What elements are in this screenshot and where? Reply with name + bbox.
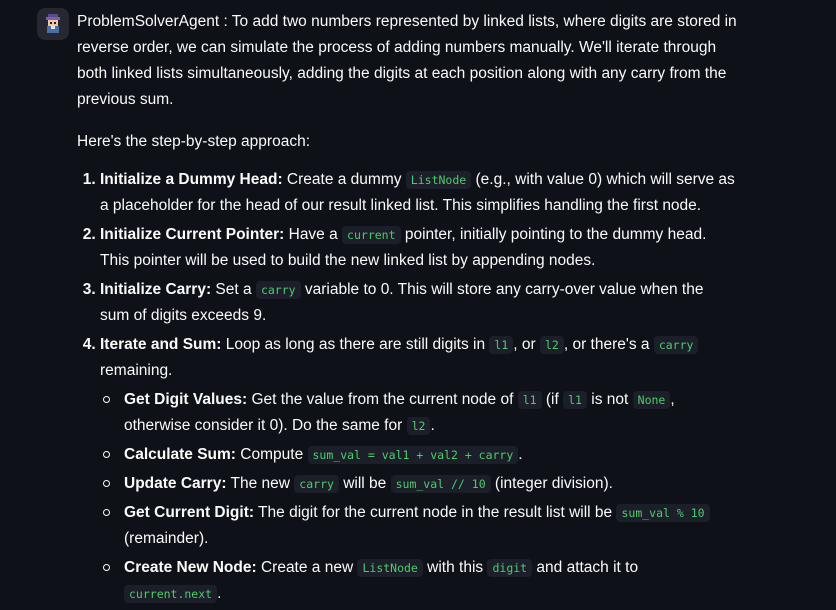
substep-text: The digit for the current node in the re… [254,504,617,521]
substep-item: Calculate Sum: Compute sum_val = val1 + … [103,442,737,468]
substep-text: . [518,446,523,463]
substep-item: Create New Node: Create a new ListNode w… [103,555,737,607]
step-text: Set a [211,281,256,298]
message-content: ProblemSolverAgent : To add two numbers … [77,9,737,610]
substep-text: (integer division). [490,475,613,492]
bullet-icon [103,451,110,458]
step-title: Initialize Carry: [100,281,212,298]
bullet-icon [103,564,110,571]
substep-text: (remainder). [124,530,209,547]
steps-list: Initialize a Dummy Head: Create a dummy … [77,167,737,607]
code-span: sum_val = val1 + val2 + carry [307,446,519,464]
step-item: Initialize Carry: Set a carry variable t… [100,277,737,329]
code-span: current.next [124,585,218,603]
code-span: carry [294,475,339,493]
substep-title: Update Carry: [124,475,227,492]
substep-item: Get Current Digit: The digit for the cur… [103,500,737,552]
substep-text: Get the value from the current node of [247,391,518,408]
step-item: Iterate and Sum: Loop as long as there a… [100,332,737,607]
intro-paragraph: ProblemSolverAgent : To add two numbers … [77,9,737,113]
substep-text: and attach it to [532,559,639,576]
bullet-icon [103,509,110,516]
agent-avatar-icon [37,8,69,40]
bullet-icon [103,396,110,403]
bullet-icon [103,480,110,487]
code-span: sum_val % 10 [616,504,710,522]
substep-title: Get Current Digit: [124,504,255,521]
agent-name: ProblemSolverAgent [77,13,220,30]
step-text: , or [513,336,540,353]
chat-message: ProblemSolverAgent : To add two numbers … [0,0,836,603]
substep-text: with this [422,559,488,576]
substep-text: is not [586,391,633,408]
substep-text: Create a new [256,559,358,576]
approach-heading: Here's the step-by-step approach: [77,133,310,150]
code-span: sum_val // 10 [390,475,491,493]
step-title: Iterate and Sum: [100,336,222,353]
code-span: digit [487,559,533,577]
substep-title: Create New Node: [124,559,257,576]
substep-item: Get Digit Values: Get the value from the… [103,387,737,439]
code-span: None [632,391,671,409]
code-span: l2 [406,417,431,435]
step-text: Create a dummy [282,171,406,188]
substeps-list: Get Digit Values: Get the value from the… [100,387,737,607]
code-span: ListNode [357,559,423,577]
substep-text: . [217,585,222,602]
step-item: Initialize Current Pointer: Have a curre… [100,222,737,274]
step-title: Initialize Current Pointer: [100,226,285,243]
substep-item: Update Carry: The new carry will be sum_… [103,471,737,497]
step-text: remaining. [100,362,173,379]
step-text: , or there's a [563,336,654,353]
code-span: carry [255,281,301,299]
step-text: Have a [284,226,343,243]
step-item: Initialize a Dummy Head: Create a dummy … [100,167,737,219]
step-title: Initialize a Dummy Head: [100,171,283,188]
step-text: Loop as long as there are still digits i… [221,336,490,353]
substep-text: The new [226,475,295,492]
code-span: l1 [563,391,587,409]
code-span: current [342,226,401,244]
code-span: ListNode [405,171,472,189]
substep-text: . [430,417,435,434]
substep-text: Compute [235,446,308,463]
substep-title: Get Digit Values: [124,391,248,408]
code-span: l1 [489,336,514,354]
code-span: l2 [539,336,564,354]
code-span: l1 [517,391,542,409]
substep-text: (if [541,391,564,408]
code-span: carry [653,336,699,354]
substep-text: will be [338,475,391,492]
substep-title: Calculate Sum: [124,446,236,463]
